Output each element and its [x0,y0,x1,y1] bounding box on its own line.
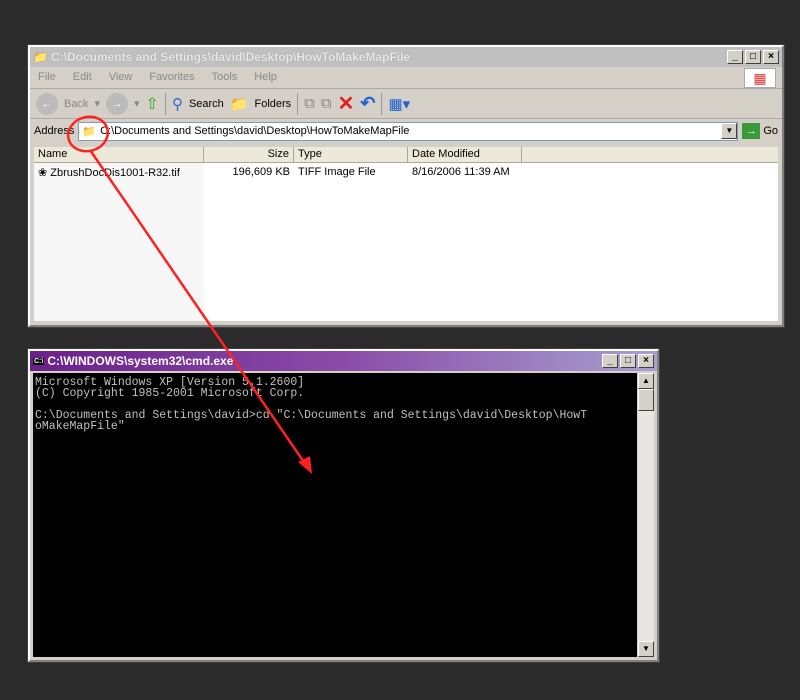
annotation-overlay [66,115,312,474]
annotation-circle [66,115,110,153]
annotation-arrowhead [298,456,312,474]
annotation-arrow-line [88,149,310,469]
